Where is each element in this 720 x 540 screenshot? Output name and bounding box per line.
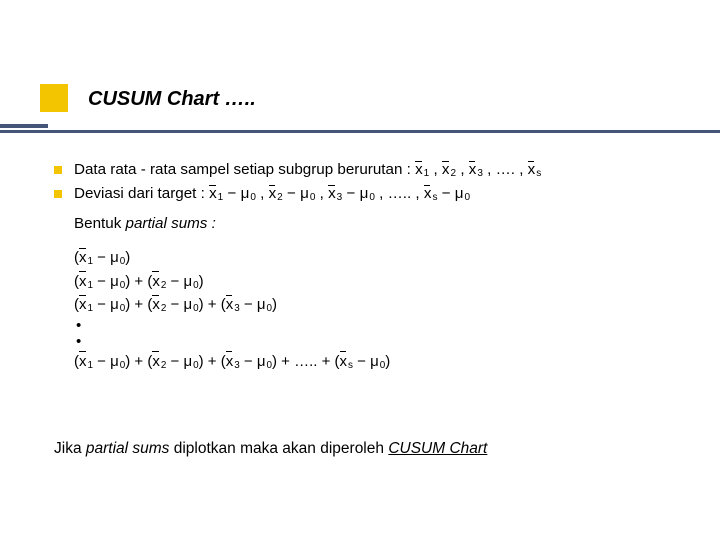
bullet-icon <box>54 166 62 174</box>
bullet-icon <box>54 190 62 198</box>
ps-row-3: (x1 − μ0) + (x2 − μ0) + (x3 − μ0) <box>74 294 674 317</box>
vdots-1: • <box>76 318 674 335</box>
partial-sums-block: (x1 − μ0) (x1 − μ0) + (x2 − μ0) (x1 − μ0… <box>74 247 674 373</box>
ps-row-2: (x1 − μ0) + (x2 − μ0) <box>74 271 674 294</box>
line-deviasi: Deviasi dari target : x1 − μ0 , x2 − μ0 … <box>54 184 674 205</box>
ps-row-1: (x1 − μ0) <box>74 247 674 270</box>
line-bentuk: Bentuk partial sums : <box>74 214 674 235</box>
vdots-2: • <box>76 334 674 351</box>
rule-long <box>0 130 720 133</box>
title-bullet-square <box>40 84 68 112</box>
rule-short <box>0 124 48 128</box>
footer-text: Jika partial sums diplotkan maka akan di… <box>54 440 487 458</box>
content-area: Data rata - rata sampel setiap subgrup b… <box>54 160 674 374</box>
ps-row-s: (x1 − μ0) + (x2 − μ0) + (x3 − μ0) + ….. … <box>74 351 674 374</box>
slide-title: CUSUM Chart ….. <box>88 88 256 111</box>
line-data-rata: Data rata - rata sampel setiap subgrup b… <box>54 160 674 181</box>
